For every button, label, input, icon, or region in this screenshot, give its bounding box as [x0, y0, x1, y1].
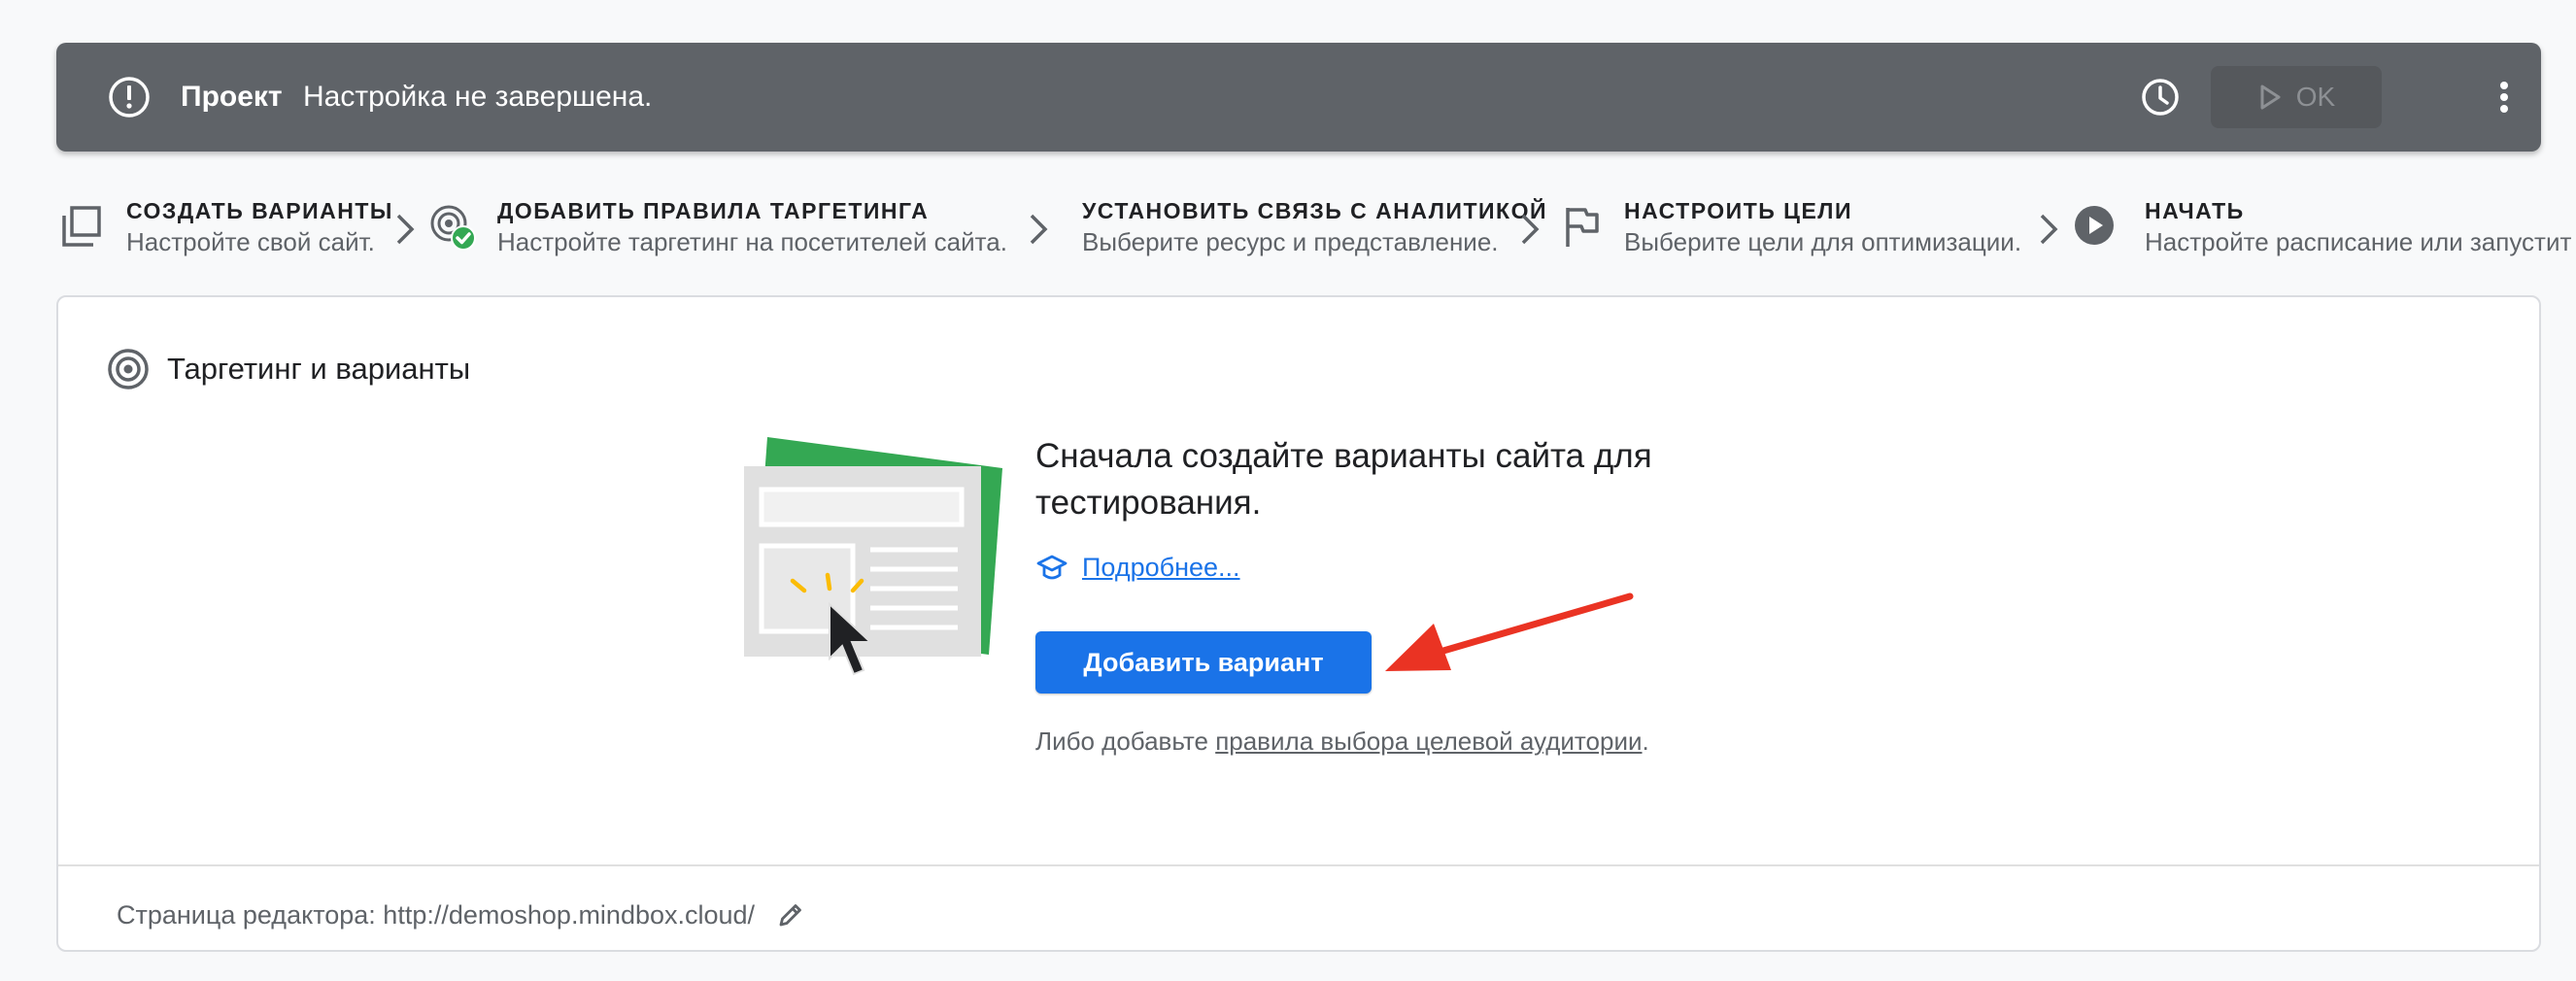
empty-state-headline: Сначала создайте варианты сайта для тест… [1035, 437, 1652, 522]
step-title: НАСТРОИТЬ ЦЕЛИ [1624, 198, 1852, 223]
clock-icon[interactable] [2139, 76, 2182, 118]
step-title: УСТАНОВИТЬ СВЯЗЬ С АНАЛИТИКОЙ [1082, 198, 1547, 223]
step-description: Настройте свой сайт. [126, 227, 375, 256]
card-title: Таргетинг и варианты [167, 352, 471, 386]
copy-icon [62, 206, 101, 247]
setup-status-text: Настройка не завершена. [303, 81, 653, 113]
step-add-targeting-rules[interactable]: ДОБАВИТЬ ПРАВИЛА ТАРГЕТИНГА Настройте та… [429, 190, 1022, 264]
alt-suffix: . [1642, 727, 1649, 756]
step-title: СОЗДАТЬ ВАРИАНТЫ [126, 198, 393, 223]
website-variants-illustration [744, 437, 1002, 676]
alert-circle-icon [109, 77, 150, 118]
step-description: Выберите ресурс и представление. [1082, 227, 1499, 256]
flag-icon [1566, 208, 1599, 247]
chevron-right-icon [1030, 214, 1048, 245]
editor-page-url: Страница редактора: http://demoshop.mind… [117, 899, 756, 930]
alt-prefix: Либо добавьте [1035, 727, 1216, 756]
play-circle-icon [2075, 206, 2114, 245]
step-title: НАЧАТЬ [2145, 198, 2245, 223]
step-configure-goals[interactable]: НАСТРОИТЬ ЦЕЛИ Выберите цели для оптимиз… [1560, 190, 2036, 264]
step-description: Настройте таргетинг на посетителей сайта… [497, 227, 1007, 256]
card-divider [58, 864, 2539, 866]
step-description: Выберите цели для оптимизации. [1624, 227, 2022, 256]
alt-targeting-text: Либо добавьте правила выбора целевой ауд… [1035, 727, 1649, 757]
target-icon [108, 349, 149, 389]
chevron-right-icon [2040, 214, 2058, 245]
step-title: ДОБАВИТЬ ПРАВИЛА ТАРГЕТИНГА [497, 198, 930, 223]
red-arrow-annotation [1385, 592, 1634, 671]
ok-button-label: OK [2295, 82, 2336, 112]
project-header-bar: Проект Настройка не завершена. OK [56, 43, 2541, 152]
step-create-variants[interactable]: СОЗДАТЬ ВАРИАНТЫ Настройте свой сайт. [58, 190, 391, 264]
learn-more-link[interactable]: Подробнее... [1035, 548, 1240, 587]
targeting-variants-card: Таргетинг и варианты Сначала создайте ва… [56, 295, 2541, 952]
ok-button[interactable]: OK [2211, 66, 2382, 128]
audience-rules-link[interactable]: правила выбора целевой аудитории [1215, 727, 1642, 756]
more-vert-icon[interactable] [2481, 74, 2527, 120]
chevron-right-icon [396, 214, 415, 245]
add-variant-button[interactable]: Добавить вариант [1035, 631, 1372, 693]
project-title: Проект [181, 81, 283, 113]
setup-stepper: СОЗДАТЬ ВАРИАНТЫ Настройте свой сайт. ДО… [0, 190, 2576, 264]
step-description: Настройте расписание или запустит [2145, 227, 2572, 256]
target-check-icon [430, 205, 476, 251]
graduation-cap-icon [1036, 555, 1068, 580]
step-start[interactable]: НАЧАТЬ Настройте расписание или запустит [2073, 190, 2576, 264]
play-icon [2260, 85, 2281, 110]
editor-page-footer: Страница редактора: http://demoshop.mind… [117, 894, 805, 936]
learn-more-label: Подробнее... [1082, 552, 1240, 582]
chevron-right-icon [1521, 214, 1540, 245]
pencil-icon[interactable] [776, 900, 805, 930]
step-link-analytics[interactable]: УСТАНОВИТЬ СВЯЗЬ С АНАЛИТИКОЙ Выберите р… [1082, 190, 1546, 264]
